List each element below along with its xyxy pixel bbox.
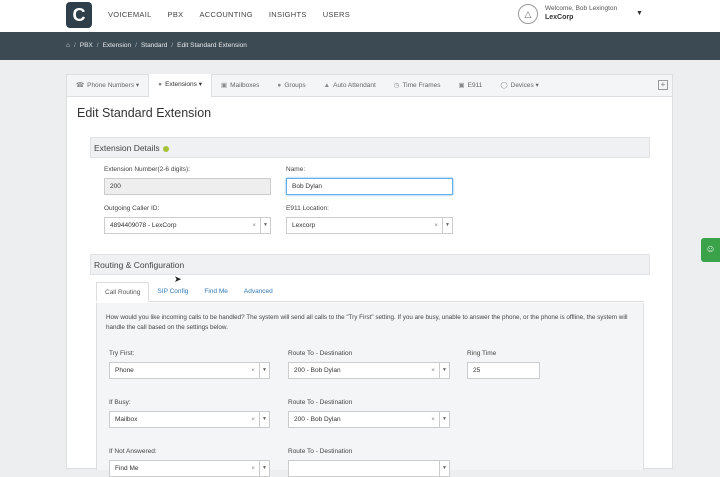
users-icon: ● [158,81,163,88]
subtab-find-me[interactable]: Find Me [196,282,235,302]
tab-groups[interactable]: ● Groups [268,75,314,97]
tab-time-frames[interactable]: ◷ Time Frames [385,75,450,97]
clear-icon[interactable]: × [251,363,255,378]
expand-icon[interactable]: + [658,80,668,90]
chevron-down-icon[interactable]: ▼ [259,412,269,427]
nav-insights[interactable]: INSIGHTS [269,10,307,19]
if-busy-label: If Busy: [109,399,131,406]
breadcrumb-bar: ⌂ / PBX / Extension / Standard / Edit St… [0,32,720,60]
tab-extensions[interactable]: ● Extensions ▾ [148,74,212,97]
devices-icon: ◯ [500,81,508,89]
clear-icon[interactable]: × [434,218,438,233]
clear-icon[interactable]: × [252,218,256,233]
chevron-down-icon[interactable]: ▼ [260,218,270,233]
app-logo[interactable]: C [66,2,92,28]
page-title: Edit Standard Extension [77,106,212,120]
home-icon[interactable]: ⌂ [66,42,70,49]
tab-phone-numbers[interactable]: ☎ Phone Numbers ▾ [67,75,148,97]
phone-icon: ☎ [76,81,85,89]
route-to-label-not-answered: Route To - Destination [288,448,353,455]
top-nav: VOICEMAIL PBX ACCOUNTING INSIGHTS USERS [108,10,350,19]
top-bar: C VOICEMAIL PBX ACCOUNTING INSIGHTS USER… [0,0,720,32]
ext-number-field: 200 [104,178,271,195]
nav-accounting[interactable]: ACCOUNTING [199,10,252,19]
route-to-label: Route To - Destination [288,350,353,357]
if-busy-select[interactable]: Mailbox × ▼ [109,411,270,428]
clear-icon[interactable]: × [431,363,435,378]
subtab-advanced[interactable]: Advanced [236,282,281,302]
nav-voicemail[interactable]: VOICEMAIL [108,10,152,19]
if-not-answered-label: If Not Answered: [109,448,157,455]
user-avatar-icon[interactable]: △ [518,4,538,24]
routing-subtabs: Call Routing SIP Config Find Me Advanced [96,282,644,302]
route-to-label-busy: Route To - Destination [288,399,353,406]
subtab-sip-config[interactable]: SIP Config [149,282,196,302]
clock-icon: ◷ [393,81,400,89]
ring-time-field[interactable]: 25 [467,362,540,379]
breadcrumb-current: Edit Standard Extension [177,42,247,49]
person-icon: ▲ [323,81,331,89]
subtab-call-routing[interactable]: Call Routing [96,282,150,302]
main-panel: ☎ Phone Numbers ▾ ● Extensions ▾ ▣ Mailboxe… [66,74,673,470]
breadcrumb: ⌂ / PBX / Extension / Standard / Edit St… [66,42,247,49]
mouse-cursor-icon: ➤ [174,274,182,284]
e911-location-label: E911 Location: [286,205,329,212]
nav-pbx[interactable]: PBX [168,10,184,19]
ext-number-label: Extension Number(2-6 digits): [104,166,190,173]
groups-icon: ● [277,81,282,89]
chevron-down-icon[interactable]: ▼ [259,363,269,378]
name-field[interactable]: Bob Dylan [286,178,453,195]
chevron-down-icon[interactable]: ▼ [439,412,449,427]
breadcrumb-pbx[interactable]: PBX [80,42,93,49]
breadcrumb-standard[interactable]: Standard [141,42,167,49]
status-dot-icon [162,145,169,152]
tab-e911[interactable]: ▣ E911 [449,75,491,97]
user-welcome: Welcome, Bob Lexington [545,5,618,12]
route-to-select-busy[interactable]: 200 - Bob Dylan × ▼ [288,411,450,428]
routing-config-header: Routing & Configuration [90,254,650,275]
chevron-down-icon[interactable]: ▼ [442,218,452,233]
name-label: Name: [286,166,306,173]
ring-time-label: Ring Time [467,350,497,357]
try-first-select[interactable]: Phone × ▼ [109,362,270,379]
clear-icon[interactable]: × [251,412,255,427]
pbx-tabs: ☎ Phone Numbers ▾ ● Extensions ▾ ▣ Mailboxe… [67,74,672,97]
clear-icon[interactable]: × [431,412,435,427]
route-to-select-try-first[interactable]: 200 - Bob Dylan × ▼ [288,362,450,379]
chevron-down-icon[interactable]: ▼ [439,363,449,378]
tab-mailboxes[interactable]: ▣ Mailboxes [212,75,268,97]
tab-devices[interactable]: ◯ Devices ▾ [491,75,547,97]
mailbox-icon: ▣ [220,81,228,89]
tab-auto-attendant[interactable]: ▲ Auto Attendant [315,75,385,97]
breadcrumb-extension[interactable]: Extension [103,42,132,49]
extension-details-header: Extension Details [90,137,650,158]
call-routing-intro: How would you like incoming calls to be … [106,314,628,331]
user-menu-caret-icon[interactable]: ▼ [636,10,643,17]
chat-feedback-icon[interactable]: ☺ [701,238,720,262]
user-company[interactable]: LexCorp [545,14,573,21]
car-icon: ▣ [458,81,465,89]
e911-location-select[interactable]: Lexcorp × ▼ [286,217,453,234]
caller-id-label: Outgoing Caller ID: [104,205,160,212]
caller-id-select[interactable]: 4894409078 - LexCorp × ▼ [104,217,271,234]
try-first-label: Try First: [109,350,135,357]
nav-users[interactable]: USERS [323,10,350,19]
